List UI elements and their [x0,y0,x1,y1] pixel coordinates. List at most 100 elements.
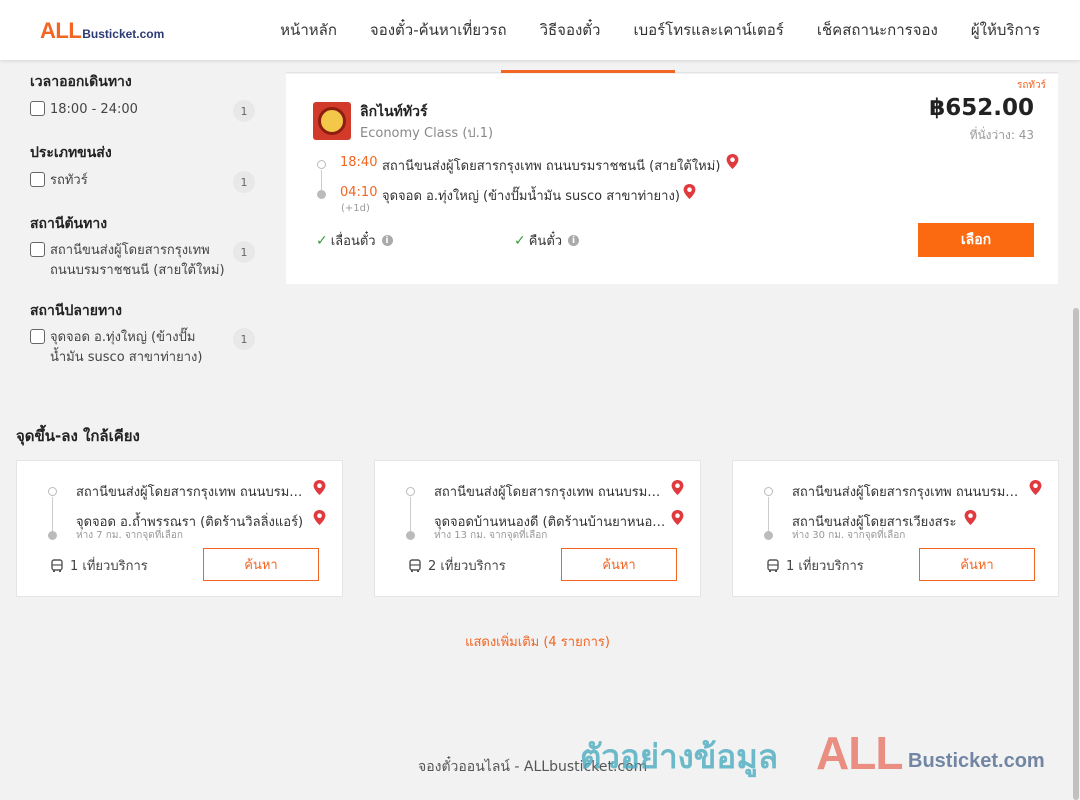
bus-type-tag: รถทัวร์ [1016,80,1046,91]
logo-all-text: ALL [40,18,82,43]
checkbox[interactable] [30,329,45,344]
nearby-distance: ห่าง 30 กม. จากจุดที่เลือก [792,530,906,541]
nearby-distance: ห่าง 7 กม. จากจุดที่เลือก [76,530,183,541]
arrive-time: 04:10 [340,185,378,200]
bus-icon [767,558,779,572]
next-day-indicator: (+1d) [341,203,370,214]
filter-title-bus-type: ประเภทขนส่ง [30,145,112,161]
operator-name: ลิกไนท์ทัวร์ [360,104,428,120]
map-pin-icon[interactable] [313,480,326,495]
depart-dot [317,160,326,169]
filter-option-destination[interactable]: จุดจอด อ.ทุ่งใหญ่ (ข้างปั๊มน้ำมัน susco … [30,328,255,368]
route-line [321,170,322,190]
filter-count-badge: 1 [233,100,255,122]
nav-operators[interactable]: ผู้ให้บริการ [971,18,1040,42]
map-pin-icon[interactable] [683,184,696,199]
nearby-from-stop: สถานีขนส่งผู้โดยสารกรุงเทพ ถนนบรมราชชนนี… [76,485,308,500]
map-pin-icon[interactable] [964,510,977,525]
depart-stop: สถานีขนส่งผู้โดยสารกรุงเทพ ถนนบรมราชชนนี… [382,159,721,174]
seats-available: ที่นั่งว่าง: 43 [969,128,1034,142]
watermark-sample-text: ตัวอย่างข้อมูล [580,737,779,776]
nearby-trip-count: 1 เที่ยวบริการ [766,555,864,576]
nav-check-booking[interactable]: เช็คสถานะการจอง [817,18,938,42]
nav-home[interactable]: หน้าหลัก [280,18,337,42]
filter-option-origin[interactable]: สถานีขนส่งผู้โดยสารกรุงเทพ ถนนบรมราชชนนี… [30,241,255,281]
select-trip-button[interactable]: เลือก [918,223,1034,257]
checkbox[interactable] [30,172,45,187]
active-tab-indicator [501,70,675,73]
nearby-from-stop: สถานีขนส่งผู้โดยสารกรุงเทพ ถนนบรมราชชนนี… [434,485,666,500]
map-pin-icon[interactable] [671,510,684,525]
to-dot [406,531,415,540]
nearby-trip-count: 2 เที่ยวบริการ [408,555,506,576]
trip-count-label: 1 เที่ยวบริการ [70,559,148,574]
feature-refund: ✓ คืนตั๋ว i [514,230,580,251]
nearby-section-title: จุดขึ้น-ลง ใกล้เคียง [16,427,140,445]
main-nav: หน้าหลัก จองตั๋ว-ค้นหาเที่ยวรถ วิธีจองตั… [280,0,1040,60]
from-dot [48,487,57,496]
info-icon[interactable]: i [381,235,393,246]
trip-card: รถทัวร์ ลิกไนท์ทัวร์ Economy Class (ป.1)… [286,74,1058,284]
logo-busticket-text: Busticket.com [82,27,165,41]
nearby-from-stop: สถานีขนส่งผู้โดยสารกรุงเทพ ถนนบรมราชชนนี… [792,485,1024,500]
nearby-search-button[interactable]: ค้นหา [203,548,319,581]
watermark-logo-rest: Busticket.com [908,750,1045,772]
filter-count-badge: 1 [233,241,255,263]
top-header: ALL Busticket.com หน้าหลัก จองตั๋ว-ค้นหา… [0,0,1080,60]
watermark-logo-all: ALL [816,727,903,779]
trip-count-label: 2 เที่ยวบริการ [428,559,506,574]
from-dot [406,487,415,496]
bus-class: Economy Class (ป.1) [360,126,494,141]
filter-count-badge: 1 [233,328,255,350]
info-icon[interactable]: i [568,235,580,246]
to-dot [764,531,773,540]
filter-option-departure-time[interactable]: 18:00 - 24:00 1 [30,100,255,122]
filter-count-badge: 1 [233,171,255,193]
nav-book-search[interactable]: จองตั๋ว-ค้นหาเที่ยวรถ [370,18,507,42]
site-logo[interactable]: ALL Busticket.com [40,18,164,44]
operator-logo [313,102,351,140]
nearby-card: สถานีขนส่งผู้โดยสารกรุงเทพ ถนนบรมราชชนนี… [374,460,701,597]
checkbox[interactable] [30,101,45,116]
trip-price: ฿652.00 [929,95,1034,121]
map-pin-icon[interactable] [313,510,326,525]
feature-label: คืนตั๋ว [528,234,563,249]
check-icon: ✓ [514,232,526,249]
filter-title-origin: สถานีต้นทาง [30,216,108,232]
filter-option-label: 18:00 - 24:00 [50,102,138,117]
arrive-stop: จุดจอด อ.ทุ่งใหญ่ (ข้างปั๊มน้ำมัน susco … [382,189,680,204]
nav-how-to-book[interactable]: วิธีจองตั๋ว [540,18,601,42]
nav-phone-counters[interactable]: เบอร์โทรและเคาน์เตอร์ [633,18,783,42]
nearby-search-button[interactable]: ค้นหา [919,548,1035,581]
feature-label: เลื่อนตั๋ว [330,234,376,249]
filter-option-label: รถทัวร์ [50,173,88,188]
route-line [410,497,411,533]
from-dot [764,487,773,496]
feature-reschedule: ✓ เลื่อนตั๋ว i [316,230,393,251]
check-icon: ✓ [316,232,328,249]
checkbox[interactable] [30,242,45,257]
page-scrollbar-thumb[interactable] [1073,308,1079,800]
map-pin-icon[interactable] [1029,480,1042,495]
map-pin-icon[interactable] [726,154,739,169]
bus-icon [409,558,421,572]
arrive-dot [317,190,326,199]
nearby-distance: ห่าง 13 กม. จากจุดที่เลือก [434,530,548,541]
filter-option-label: จุดจอด อ.ทุ่งใหญ่ (ข้างปั๊มน้ำมัน susco … [50,330,203,365]
filter-option-label: สถานีขนส่งผู้โดยสารกรุงเทพ ถนนบรมราชชนนี… [50,243,225,278]
nearby-search-button[interactable]: ค้นหา [561,548,677,581]
depart-time: 18:40 [340,155,378,170]
map-pin-icon[interactable] [671,480,684,495]
filter-title-departure-time: เวลาออกเดินทาง [30,74,132,90]
route-line [52,497,53,533]
bus-icon [51,558,63,572]
show-more-link[interactable]: แสดงเพิ่มเติม (4 รายการ) [0,631,1075,652]
route-line [768,497,769,533]
filter-title-destination: สถานีปลายทาง [30,303,122,319]
nearby-trip-count: 1 เที่ยวบริการ [50,555,148,576]
filter-option-bus-type[interactable]: รถทัวร์ 1 [30,171,255,193]
trip-count-label: 1 เที่ยวบริการ [786,559,864,574]
nearby-card: สถานีขนส่งผู้โดยสารกรุงเทพ ถนนบรมราชชนนี… [16,460,343,597]
to-dot [48,531,57,540]
nearby-card: สถานีขนส่งผู้โดยสารกรุงเทพ ถนนบรมราชชนนี… [732,460,1059,597]
